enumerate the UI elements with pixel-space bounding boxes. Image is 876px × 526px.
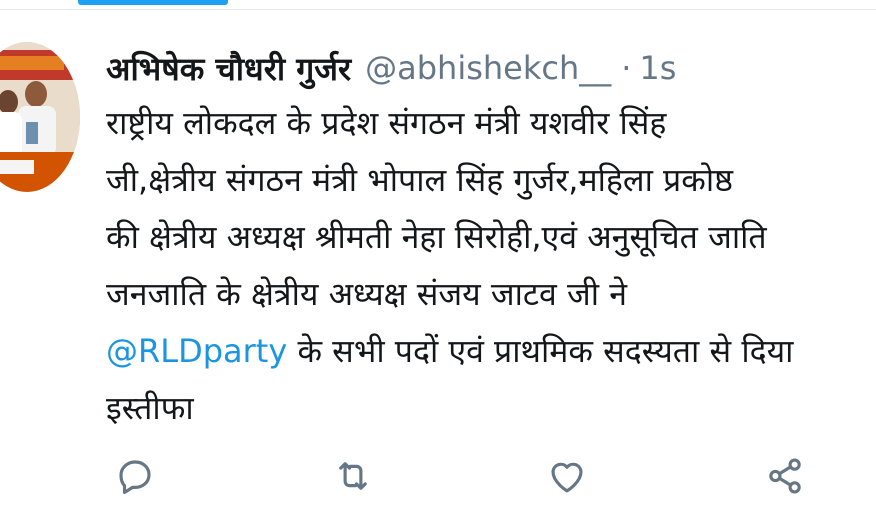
author-display-name[interactable]: अभिषेक चौधरी गुर्जर: [106, 47, 351, 90]
author-handle[interactable]: @abhishekch__: [365, 49, 611, 87]
tweet-text: राष्ट्रीय लोकदल के प्रदेश संगठन मंत्री य…: [106, 95, 876, 437]
reply-button[interactable]: [110, 451, 160, 501]
header-divider: [0, 9, 876, 10]
tweet-text-line-5-rest: के सभी पदों एवं प्राथमिक सदस्यता से दिया: [287, 332, 794, 370]
retweet-button[interactable]: [328, 451, 378, 501]
share-button[interactable]: [760, 451, 810, 501]
heart-icon: [551, 462, 583, 493]
like-button[interactable]: [542, 451, 592, 501]
tweet-text-line-6: इस्तीफा: [106, 389, 194, 427]
active-tab-indicator: [78, 0, 228, 5]
tweet-text-line-2: जी,क्षेत्रीय संगठन मंत्री भोपाल सिंह गुर…: [106, 161, 733, 199]
tweet-text-line-5: @RLDparty के सभी पदों एवं प्राथमिक सदस्य…: [106, 323, 876, 380]
tweet-text-line-1: राष्ट्रीय लोकदल के प्रदेश संगठन मंत्री य…: [106, 104, 667, 142]
tweet-screen: अभिषेक चौधरी गुर्जर @abhishekch__ · 1s र…: [0, 0, 876, 526]
tweet-text-line-3: की क्षेत्रीय अध्यक्ष श्रीमती नेहा सिरोही…: [106, 218, 767, 256]
header-separator: ·: [621, 49, 632, 87]
tweet-text-line-4: जनजाति के क्षेत्रीय अध्यक्ष संजय जाटव जी…: [106, 275, 627, 313]
reply-icon: [119, 460, 151, 495]
tweet-header: अभिषेक चौधरी गुर्जर @abhishekch__ · 1s: [106, 42, 676, 94]
share-icon: [769, 458, 801, 494]
mention-link[interactable]: @RLDparty: [106, 332, 287, 370]
avatar-photo: [0, 42, 80, 192]
tweet-timestamp[interactable]: 1s: [639, 49, 676, 87]
avatar[interactable]: [0, 42, 80, 192]
tweet-actions: [0, 451, 876, 501]
retweet-icon: [339, 462, 367, 490]
